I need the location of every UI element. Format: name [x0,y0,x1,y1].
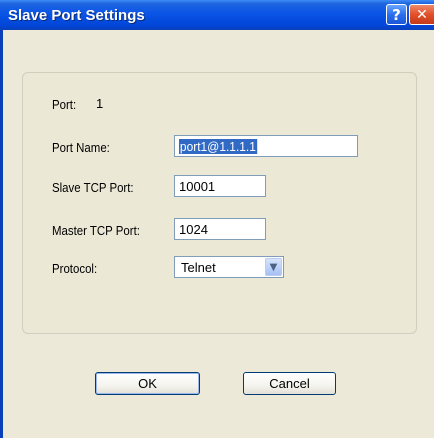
port-label: Port: [52,97,77,112]
ok-button-label: OK [138,376,157,391]
protocol-select[interactable]: Telnet ▼ [174,256,284,278]
window-title: Slave Port Settings [8,7,145,24]
close-icon: ✕ [416,6,428,23]
cancel-button[interactable]: Cancel [243,372,336,395]
chevron-down-icon: ▼ [269,261,278,273]
port-name-value: port1@1.1.1.1 [179,139,257,154]
dialog-window: Slave Port Settings ? ✕ Port: 1 Port Nam… [0,0,434,438]
master-tcp-port-input[interactable]: 1024 [174,218,266,240]
dropdown-button[interactable]: ▼ [265,258,282,276]
help-button[interactable]: ? [386,4,407,25]
protocol-selected-value: Telnet [181,260,216,275]
port-name-input[interactable]: port1@1.1.1.1 [174,135,358,157]
slave-tcp-port-label: Slave TCP Port: [52,180,134,195]
slave-tcp-port-input[interactable]: 10001 [174,175,266,197]
window-frame-left [0,30,3,438]
help-icon: ? [392,5,401,24]
title-bar[interactable]: Slave Port Settings ? ✕ [0,0,434,30]
protocol-label: Protocol: [52,261,98,276]
close-button[interactable]: ✕ [409,4,434,25]
ok-button[interactable]: OK [95,372,200,395]
slave-tcp-port-value: 10001 [179,179,216,194]
cancel-button-label: Cancel [269,376,310,391]
master-tcp-port-value: 1024 [179,222,208,237]
port-name-label: Port Name: [52,140,110,155]
settings-group [22,72,417,334]
port-value: 1 [96,96,104,111]
master-tcp-port-label: Master TCP Port: [52,223,140,238]
